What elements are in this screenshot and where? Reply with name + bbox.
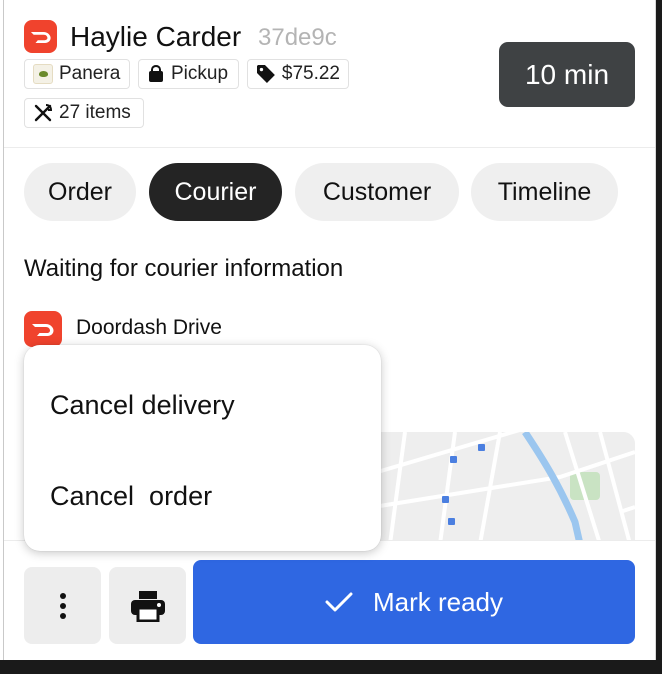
order-details-panel: Haylie Carder 37de9c Panera Pickup $75.2… [4,0,656,660]
store-chip: Panera [24,59,130,89]
order-actions-menu: Cancel delivery Cancel order [24,345,381,551]
courier-provider: Doordash Drive [76,316,222,339]
store-name: Panera [59,63,121,84]
order-code: 37de9c [258,24,337,51]
customer-name: Haylie Carder [70,21,242,52]
items-chip: 27 items [24,98,144,128]
order-header: Haylie Carder 37de9c Panera Pickup $75.2… [4,0,655,148]
fulfillment-label: Pickup [171,63,229,84]
tab-order[interactable]: Order [24,163,136,221]
price-chip: $75.22 [247,59,349,89]
doordash-drive-icon [24,311,62,347]
more-button[interactable] [24,567,101,644]
doordash-icon [24,20,57,53]
printer-icon [130,590,165,622]
mark-ready-button[interactable]: Mark ready [193,560,635,644]
print-button[interactable] [109,567,186,644]
price-tag-icon [256,65,275,83]
tab-timeline[interactable]: Timeline [471,163,618,221]
cancel-order-menu-item[interactable]: Cancel order [50,479,212,513]
cancel-delivery-menu-item[interactable]: Cancel delivery [50,388,235,422]
check-icon [325,592,353,612]
tab-customer[interactable]: Customer [295,163,459,221]
eta-button[interactable]: 10 min [499,42,635,107]
items-count: 27 items [59,102,131,123]
tab-courier[interactable]: Courier [149,163,282,221]
utensils-icon [34,104,53,122]
shopping-bag-icon [149,65,163,82]
panera-logo-icon [33,64,53,84]
more-vertical-icon [59,592,66,619]
action-footer: Mark ready [4,540,655,660]
fulfillment-chip: Pickup [138,59,239,89]
price-label: $75.22 [281,63,340,84]
courier-status: Waiting for courier information [24,255,344,282]
mark-ready-label: Mark ready [372,586,504,617]
